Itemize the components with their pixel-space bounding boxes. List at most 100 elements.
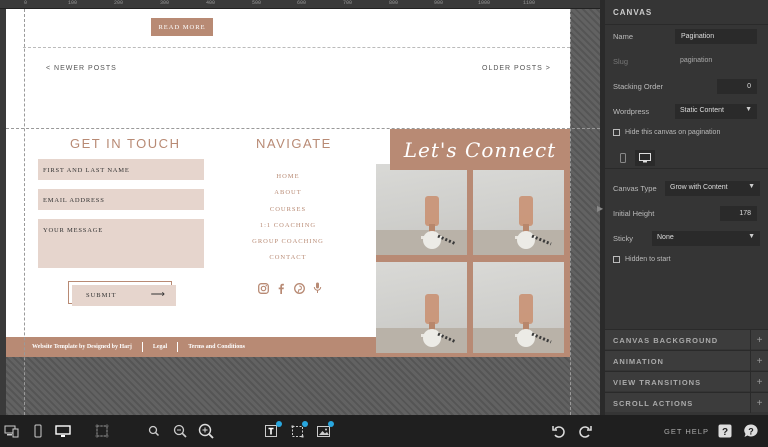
nav-courses[interactable]: COURSES: [241, 202, 335, 218]
ruler-mark: 700: [343, 0, 353, 6]
caret-down-icon: ▼: [748, 233, 755, 240]
section-scroll-actions[interactable]: SCROLL ACTIONS +: [605, 392, 768, 413]
hide-on-pagination-label: Hide this canvas on pagination: [625, 129, 721, 136]
desktop-device-tab[interactable]: [635, 150, 655, 166]
message-field[interactable]: YOUR MESSAGE: [38, 219, 204, 268]
microphone-icon[interactable]: [311, 282, 323, 294]
horizontal-ruler: 0 100 200 300 400 500 600 700 800 900 10…: [0, 0, 600, 9]
help-docs-icon[interactable]: ?: [717, 423, 733, 439]
zoom-out-icon[interactable]: [146, 423, 162, 439]
checkbox-box[interactable]: [613, 129, 620, 136]
email-field[interactable]: EMAIL ADDRESS: [38, 189, 204, 210]
section-title: ANIMATION: [613, 357, 664, 366]
facebook-icon[interactable]: [275, 282, 287, 294]
submit-button[interactable]: SUBMIT ⟶: [72, 285, 176, 306]
wordpress-select[interactable]: Static Content ▼: [675, 104, 757, 119]
canvas-guide: [23, 47, 570, 48]
help-chat-icon[interactable]: ?: [743, 423, 759, 439]
nav-1-1-coaching[interactable]: 1:1 COACHING: [241, 218, 335, 234]
workspace[interactable]: 0 100 200 300 400 500 600 700 800 900 10…: [0, 0, 600, 415]
footer-bottom-bar: Website Template by Designed by Harj Leg…: [6, 337, 376, 357]
add-box-icon[interactable]: [290, 421, 308, 439]
ruler-mark: 900: [434, 0, 444, 6]
section-title: CANVAS BACKGROUND: [613, 336, 719, 345]
zoom-in-icon[interactable]: [198, 423, 214, 439]
section-canvas-background[interactable]: CANVAS BACKGROUND +: [605, 329, 768, 350]
canvas-guide: [24, 9, 25, 415]
social-links: [257, 282, 323, 294]
section-title: SCROLL ACTIONS: [613, 399, 694, 408]
photo-3: [376, 262, 467, 353]
svg-text:?: ?: [748, 427, 754, 437]
newer-posts-link[interactable]: < NEWER POSTS: [46, 65, 117, 72]
add-text-icon[interactable]: [264, 421, 282, 439]
nav-contact[interactable]: CONTACT: [241, 250, 335, 266]
stacking-order-input[interactable]: 0: [717, 79, 757, 94]
sticky-label: Sticky: [613, 234, 634, 243]
editor-app: 0 100 200 300 400 500 600 700 800 900 10…: [0, 0, 768, 447]
sticky-select[interactable]: None ▼: [652, 231, 760, 246]
desktop-view-icon[interactable]: [55, 423, 71, 439]
connect-photo-grid: [376, 164, 570, 357]
pinterest-icon[interactable]: [293, 282, 305, 294]
desktop-tablet-view-icon[interactable]: [4, 423, 20, 439]
arrow-right-icon: ⟶: [150, 289, 166, 300]
footer-divider: [141, 342, 143, 352]
section-title: VIEW TRANSITIONS: [613, 378, 702, 387]
terms-link[interactable]: Terms and Conditions: [188, 344, 245, 350]
nav-about[interactable]: ABOUT: [241, 185, 335, 201]
redo-icon[interactable]: [577, 423, 593, 439]
ruler-mark: 400: [206, 0, 216, 6]
properties-panel: CANVAS Name Pagination Slug pagination S…: [605, 0, 768, 415]
ruler-mark: 200: [114, 0, 124, 6]
plus-icon[interactable]: +: [750, 330, 768, 350]
nav-home[interactable]: HOME: [241, 169, 335, 185]
name-field[interactable]: FIRST AND LAST NAME: [38, 159, 204, 180]
submit-outline: SUBMIT ⟶: [68, 281, 176, 306]
credit-link[interactable]: Website Template by Designed by Harj: [32, 344, 132, 350]
photo-2: [473, 164, 564, 255]
plus-icon[interactable]: +: [750, 393, 768, 413]
plus-icon[interactable]: +: [750, 351, 768, 371]
canvas-type-select[interactable]: Grow with Content ▼: [665, 181, 760, 196]
canvas-name-input[interactable]: Pagination: [675, 29, 757, 44]
footer-section: GET IN TOUCH NAVIGATE FIRST AND LAST NAM…: [6, 129, 570, 357]
footer-nav: HOME ABOUT COURSES 1:1 COACHING GROUP CO…: [241, 169, 335, 267]
workspace-margin-right: [570, 9, 600, 415]
name-label: Name: [613, 32, 634, 41]
canvas-type-label: Canvas Type: [613, 184, 657, 193]
legal-link[interactable]: Legal: [153, 344, 167, 350]
ruler-mark: 600: [297, 0, 307, 6]
add-image-icon[interactable]: [316, 421, 334, 439]
add-badge-icon: [302, 421, 308, 427]
mobile-view-icon[interactable]: [30, 423, 46, 439]
submit-label: SUBMIT: [86, 292, 117, 299]
zoom-reset-icon[interactable]: [172, 423, 188, 439]
hidden-to-start-checkbox[interactable]: Hidden to start: [613, 256, 671, 263]
chevron-right-icon[interactable]: ▶: [597, 204, 603, 213]
section-view-transitions[interactable]: VIEW TRANSITIONS +: [605, 371, 768, 392]
panel-separator: [605, 168, 768, 169]
grid-toggle-icon[interactable]: [94, 423, 110, 439]
instagram-icon[interactable]: [257, 282, 269, 294]
plus-icon[interactable]: +: [750, 372, 768, 392]
ruler-mark: 500: [252, 0, 262, 6]
hidden-to-start-label: Hidden to start: [625, 256, 671, 263]
older-posts-link[interactable]: OLDER POSTS >: [482, 65, 551, 72]
mobile-device-tab[interactable]: [613, 150, 633, 166]
caret-down-icon: ▼: [745, 106, 752, 113]
get-help-label[interactable]: GET HELP: [664, 427, 709, 436]
workspace-margin-bottom: [6, 357, 570, 415]
page-canvas[interactable]: READ MORE < NEWER POSTS OLDER POSTS > GE…: [6, 9, 570, 357]
checkbox-box[interactable]: [613, 256, 620, 263]
svg-text:?: ?: [722, 427, 728, 438]
undo-icon[interactable]: [551, 423, 567, 439]
nav-group-coaching[interactable]: GROUP COACHING: [241, 234, 335, 250]
initial-height-input[interactable]: 178: [720, 206, 757, 221]
section-animation[interactable]: ANIMATION +: [605, 350, 768, 371]
read-more-button[interactable]: READ MORE: [151, 18, 213, 36]
hide-on-pagination-checkbox[interactable]: Hide this canvas on pagination: [613, 129, 720, 136]
panel-heading: CANVAS: [613, 8, 653, 17]
ruler-mark: 300: [160, 0, 170, 6]
photo-4: [473, 262, 564, 353]
